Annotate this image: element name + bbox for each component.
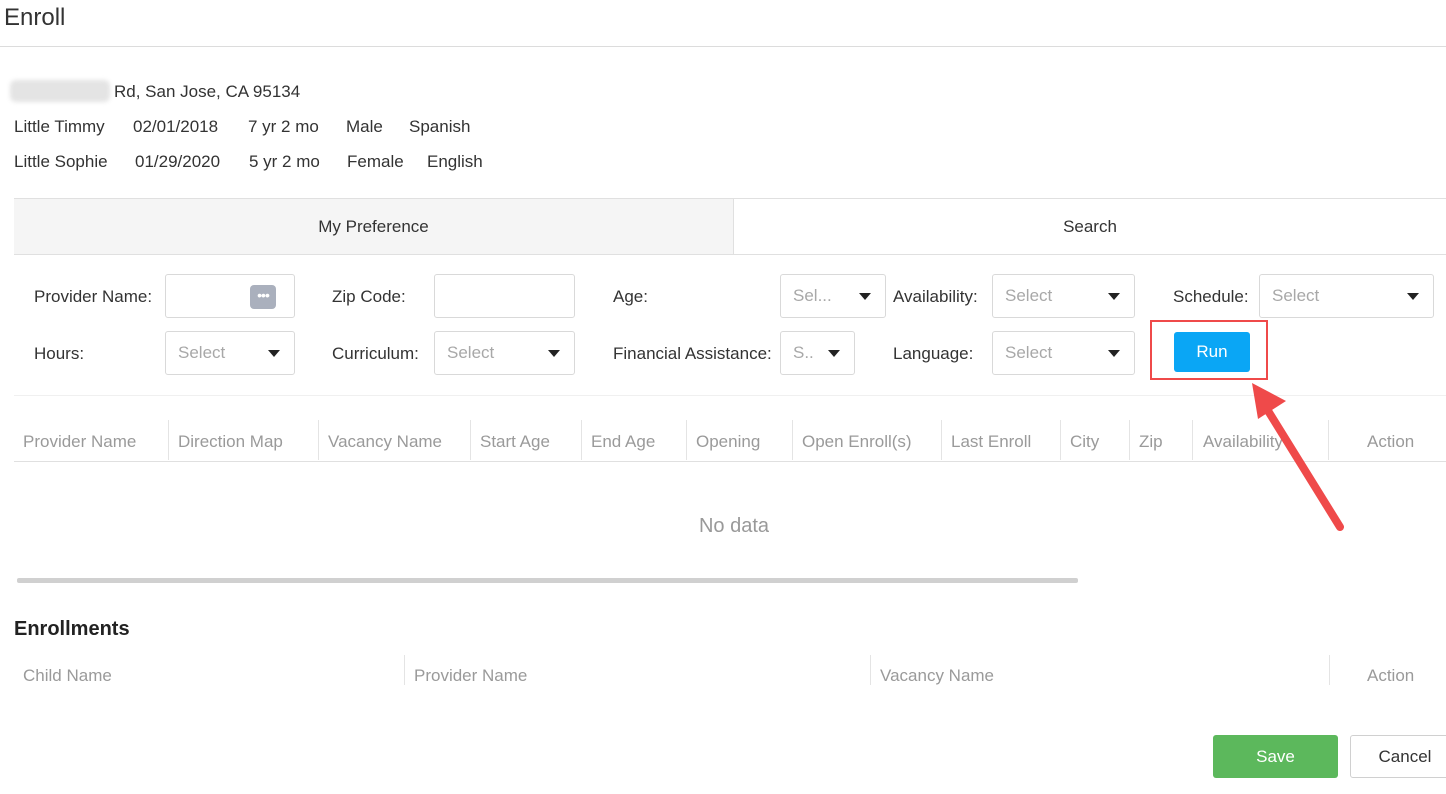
financial-assistance-label: Financial Assistance: <box>613 344 772 363</box>
hours-select-value: Select <box>178 343 226 362</box>
empty-state-text: No data <box>698 515 770 537</box>
dialog-title: Enroll <box>4 4 66 31</box>
child-row: Little Timmy 02/01/2018 7 yr 2 mo Male S… <box>14 117 614 139</box>
table-header-divider <box>14 461 1446 462</box>
col-separator <box>1129 420 1130 460</box>
col-zip: Zip <box>1139 432 1163 451</box>
child-language: English <box>427 152 483 171</box>
col-last-enroll: Last Enroll <box>951 432 1032 451</box>
schedule-select[interactable]: Select <box>1259 274 1434 318</box>
zip-code-label: Zip Code: <box>332 287 406 306</box>
child-name: Little Sophie <box>14 152 108 171</box>
col-separator <box>1060 420 1061 460</box>
family-address: Rd, San Jose, CA 95134 <box>114 82 301 101</box>
schedule-label: Schedule: <box>1173 287 1249 306</box>
horizontal-scrollbar[interactable] <box>17 578 1078 583</box>
filter-divider <box>14 395 1446 396</box>
enroll-col-action: Action <box>1367 666 1415 685</box>
schedule-select-value: Select <box>1272 286 1320 305</box>
col-provider-name: Provider Name <box>23 432 137 451</box>
col-opening: Opening <box>696 432 761 451</box>
col-city: City <box>1070 432 1100 451</box>
col-start-age: Start Age <box>480 432 550 451</box>
child-age: 5 yr 2 mo <box>249 152 320 171</box>
col-vacancy-name: Vacancy Name <box>328 432 443 451</box>
financial-assistance-select-value: S.. <box>793 343 814 362</box>
language-label: Language: <box>893 344 974 363</box>
language-select-value: Select <box>1005 343 1053 362</box>
availability-select-value: Select <box>1005 286 1053 305</box>
col-end-age: End Age <box>591 432 656 451</box>
col-open-enrolls: Open Enroll(s) <box>802 432 912 451</box>
col-separator <box>1329 655 1330 685</box>
enroll-col-child-name: Child Name <box>23 666 112 685</box>
cancel-button[interactable]: Cancel <box>1350 735 1446 778</box>
caret-down-icon <box>1407 293 1419 300</box>
availability-select[interactable]: Select <box>992 274 1135 318</box>
title-divider <box>0 46 1446 47</box>
col-separator <box>168 420 169 460</box>
caret-down-icon <box>859 293 871 300</box>
language-select[interactable]: Select <box>992 331 1135 375</box>
caret-down-icon <box>1108 350 1120 357</box>
curriculum-select[interactable]: Select <box>434 331 575 375</box>
col-separator <box>1192 420 1193 460</box>
child-name: Little Timmy <box>14 117 105 136</box>
age-label: Age: <box>613 287 648 306</box>
tab-search[interactable]: Search <box>734 199 1446 254</box>
provider-name-label: Provider Name: <box>34 287 153 306</box>
hours-label: Hours: <box>34 344 85 363</box>
enrollments-title: Enrollments <box>14 618 130 640</box>
col-direction-map: Direction Map <box>178 432 283 451</box>
curriculum-select-value: Select <box>447 343 495 362</box>
col-separator <box>686 420 687 460</box>
financial-assistance-select[interactable]: S.. <box>780 331 855 375</box>
redacted-address <box>10 80 110 102</box>
caret-down-icon <box>1108 293 1120 300</box>
child-age: 7 yr 2 mo <box>248 117 319 136</box>
ellipsis-icon[interactable]: ••• <box>250 285 276 309</box>
col-separator <box>404 655 405 685</box>
child-gender: Male <box>346 117 383 136</box>
child-dob: 01/29/2020 <box>135 152 221 171</box>
col-separator <box>581 420 582 460</box>
save-button[interactable]: Save <box>1213 735 1338 778</box>
caret-down-icon <box>828 350 840 357</box>
run-button[interactable]: Run <box>1174 332 1250 372</box>
tab-my-preference[interactable]: My Preference <box>14 199 734 254</box>
annotation-arrow-icon <box>1252 383 1344 531</box>
provider-name-input[interactable]: ••• <box>165 274 295 318</box>
child-gender: Female <box>347 152 404 171</box>
caret-down-icon <box>268 350 280 357</box>
child-dob: 02/01/2018 <box>133 117 219 136</box>
col-separator <box>941 420 942 460</box>
tab-bar: My Preference Search <box>14 198 1446 255</box>
col-separator <box>318 420 319 460</box>
col-action: Action <box>1367 432 1415 451</box>
caret-down-icon <box>548 350 560 357</box>
child-row: Little Sophie 01/29/2020 5 yr 2 mo Femal… <box>14 152 614 174</box>
zip-code-input[interactable] <box>434 274 575 318</box>
curriculum-label: Curriculum: <box>332 344 419 363</box>
availability-label: Availability: <box>893 287 978 306</box>
col-separator <box>470 420 471 460</box>
age-select-value: Sel... <box>793 286 832 305</box>
enroll-col-vacancy-name: Vacancy Name <box>880 666 995 685</box>
child-language: Spanish <box>409 117 471 136</box>
col-separator <box>792 420 793 460</box>
age-select[interactable]: Sel... <box>780 274 886 318</box>
enroll-col-provider-name: Provider Name <box>414 666 528 685</box>
hours-select[interactable]: Select <box>165 331 295 375</box>
col-separator <box>870 655 871 685</box>
